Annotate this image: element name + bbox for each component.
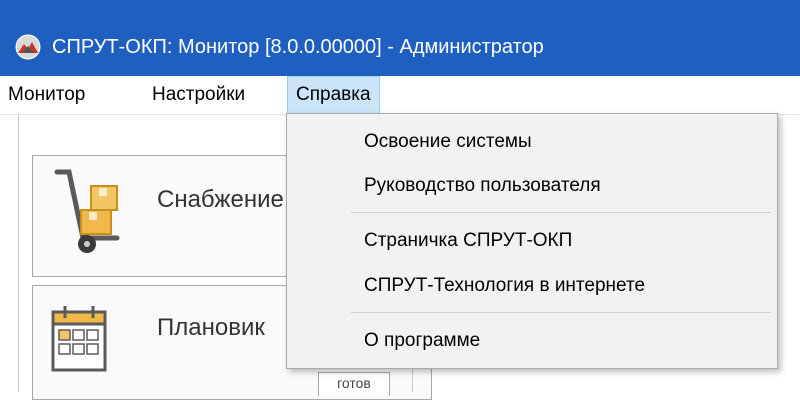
- window-title: СПРУТ-ОКП: Монитор [8.0.0.00000] - Админ…: [52, 36, 544, 58]
- help-dropdown-menu: Освоение системы Руководство пользовател…: [286, 113, 778, 369]
- module-title-planner: Плановик: [157, 314, 265, 341]
- menu-settings[interactable]: Настройки: [144, 76, 253, 114]
- sprut-app-icon: [15, 34, 41, 60]
- menu-separator: [351, 212, 771, 213]
- menu-help[interactable]: Справка: [287, 76, 380, 114]
- menu-item-user-guide[interactable]: Руководство пользователя: [287, 166, 777, 206]
- calendar-icon: [51, 306, 107, 372]
- hand-truck-boxes-icon: [54, 169, 120, 253]
- menu-item-learning[interactable]: Освоение системы: [287, 122, 777, 162]
- module-title-supply: Снабжение: [157, 186, 284, 213]
- title-bar: СПРУТ-ОКП: Монитор [8.0.0.00000] - Админ…: [0, 0, 800, 76]
- menu-item-about[interactable]: О программе: [287, 321, 777, 361]
- menu-monitor[interactable]: Монитор: [0, 76, 93, 114]
- menu-item-product-page[interactable]: Страничка СПРУТ-ОКП: [287, 221, 777, 261]
- menu-separator: [351, 312, 771, 313]
- menu-item-website[interactable]: СПРУТ-Технология в интернете: [287, 266, 777, 306]
- menu-bar: Монитор Настройки Справка: [0, 76, 800, 115]
- content-divider: [18, 115, 19, 392]
- status-badge: готов: [318, 372, 390, 396]
